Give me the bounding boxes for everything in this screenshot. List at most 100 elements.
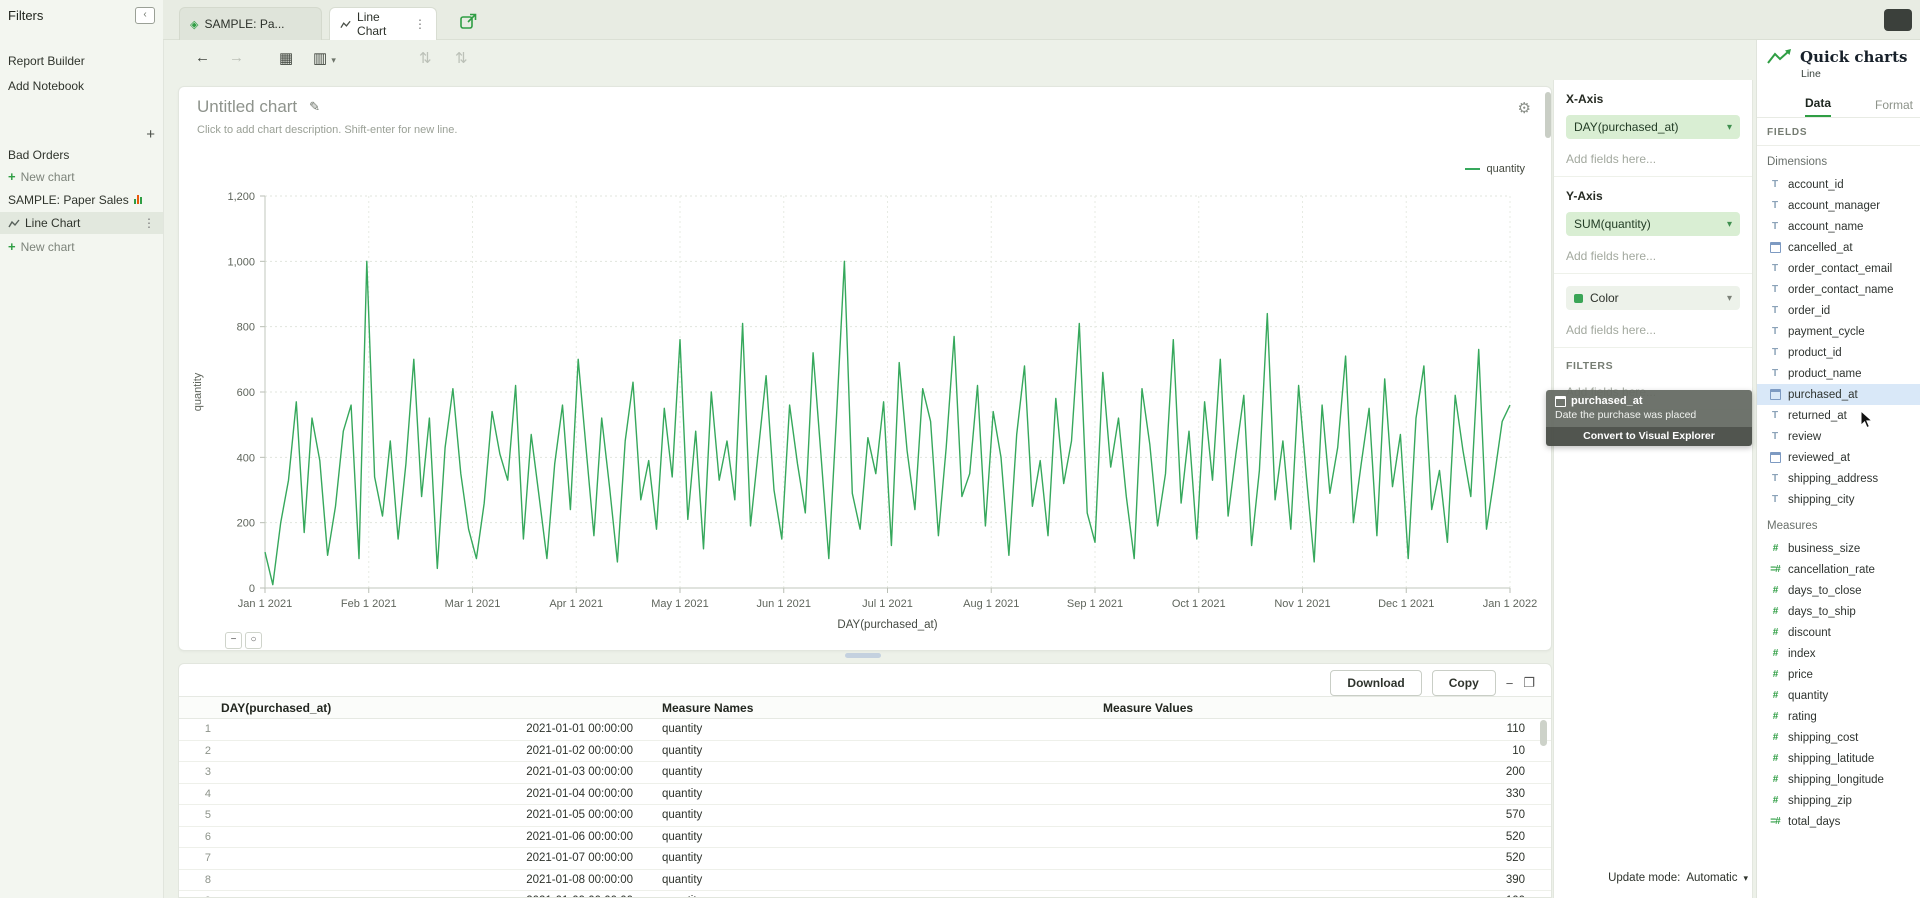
dimension-field-shipping_address[interactable]: Tshipping_address xyxy=(1757,468,1920,489)
dimension-field-reviewed_at[interactable]: reviewed_at xyxy=(1757,447,1920,468)
column-header-day-purchased-at[interactable]: DAY(purchased_at) xyxy=(221,701,649,715)
convert-to-visual-explorer-action[interactable]: Convert to Visual Explorer xyxy=(1546,427,1752,446)
dimension-field-product_id[interactable]: Tproduct_id xyxy=(1757,342,1920,363)
plus-icon: + xyxy=(8,240,16,253)
sidebar-item-line-chart[interactable]: Line Chart ⋮ xyxy=(0,212,163,234)
measure-field-rating[interactable]: #rating xyxy=(1757,706,1920,727)
dimension-field-account_id[interactable]: Taccount_id xyxy=(1757,174,1920,195)
measure-field-days_to_close[interactable]: #days_to_close xyxy=(1757,580,1920,601)
y-axis-add-fields[interactable]: Add fields here... xyxy=(1566,249,1740,263)
copy-button[interactable]: Copy xyxy=(1432,670,1496,696)
table-row[interactable]: 32021-01-03 00:00:00quantity200 xyxy=(179,762,1551,784)
zoom-reset-icon[interactable]: ○ xyxy=(245,632,262,649)
x-axis-add-fields[interactable]: Add fields here... xyxy=(1566,152,1740,166)
cell-measure-name: quantity xyxy=(649,788,1089,800)
measure-field-total_days[interactable]: =#total_days xyxy=(1757,811,1920,832)
sidebar-item-workspace[interactable]: SAMPLE: Paper Sales xyxy=(0,189,163,210)
dimension-field-order_contact_email[interactable]: Torder_contact_email xyxy=(1757,258,1920,279)
measure-field-shipping_longitude[interactable]: #shipping_longitude xyxy=(1757,769,1920,790)
tab-format[interactable]: Format xyxy=(1875,98,1913,117)
measures-list: #business_size=#cancellation_rate#days_t… xyxy=(1757,538,1920,832)
add-icon[interactable]: + xyxy=(146,126,155,143)
dimension-field-payment_cycle[interactable]: Tpayment_cycle xyxy=(1757,321,1920,342)
measure-field-quantity[interactable]: #quantity xyxy=(1757,685,1920,706)
kebab-menu-icon[interactable]: ⋮ xyxy=(143,216,155,230)
forward-arrow-icon[interactable]: → xyxy=(229,49,244,66)
fields-panel: Quick charts Line Data Format FIELDS Dim… xyxy=(1756,40,1920,898)
zoom-out-icon[interactable]: − xyxy=(225,632,242,649)
cell-measure-name: quantity xyxy=(649,809,1089,821)
measure-field-shipping_cost[interactable]: #shipping_cost xyxy=(1757,727,1920,748)
dimension-field-cancelled_at[interactable]: cancelled_at xyxy=(1757,237,1920,258)
panel-resize-handle[interactable] xyxy=(845,653,881,658)
sidebar-item-new-chart-2[interactable]: + New chart xyxy=(0,236,163,257)
measure-field-days_to_ship[interactable]: #days_to_ship xyxy=(1757,601,1920,622)
tab-sample-paper-sales[interactable]: ◈ SAMPLE: Pa... xyxy=(179,7,322,40)
dimension-field-shipping_city[interactable]: Tshipping_city xyxy=(1757,489,1920,510)
y-axis-field-pill[interactable]: SUM(quantity) ▾ xyxy=(1566,212,1740,236)
svg-text:1,200: 1,200 xyxy=(227,191,255,203)
table-scrollbar[interactable] xyxy=(1540,720,1547,746)
cell-measure-value: 520 xyxy=(1089,831,1551,843)
text-type-icon: T xyxy=(1769,473,1781,484)
table-row[interactable]: 52021-01-05 00:00:00quantity570 xyxy=(179,805,1551,827)
update-mode-select[interactable]: Automatic xyxy=(1686,872,1737,884)
sidebar-item-report-builder[interactable]: Report Builder xyxy=(0,50,163,71)
sidebar-item-new-chart-1[interactable]: + New chart xyxy=(0,166,163,187)
dimension-field-review[interactable]: Treview xyxy=(1757,426,1920,447)
dimension-field-order_id[interactable]: Torder_id xyxy=(1757,300,1920,321)
measure-field-index[interactable]: #index xyxy=(1757,643,1920,664)
cell-measure-value: 390 xyxy=(1089,874,1551,886)
sort-ascending-icon[interactable]: ⇅ xyxy=(419,49,432,67)
tab-kebab-menu-icon[interactable]: ⋮ xyxy=(414,17,426,31)
table-row[interactable]: 82021-01-08 00:00:00quantity390 xyxy=(179,870,1551,892)
back-arrow-icon[interactable]: ← xyxy=(195,49,210,66)
color-dropdown[interactable]: Color ▾ xyxy=(1566,286,1740,310)
dimension-field-purchased_at[interactable]: purchased_at xyxy=(1757,384,1920,405)
text-type-icon: T xyxy=(1769,284,1781,295)
panel-toggle-button[interactable] xyxy=(1884,9,1912,31)
measure-field-price[interactable]: #price xyxy=(1757,664,1920,685)
sort-descending-icon[interactable]: ⇅ xyxy=(455,49,468,67)
chart-view-icon[interactable]: ▥ ▾ xyxy=(313,49,336,67)
share-export-icon[interactable] xyxy=(459,11,479,31)
measure-field-shipping_latitude[interactable]: #shipping_latitude xyxy=(1757,748,1920,769)
column-header-measure-values[interactable]: Measure Values xyxy=(1089,701,1551,715)
table-row[interactable]: 92021-01-09 00:00:00quantity100 xyxy=(179,891,1551,898)
dimension-field-product_name[interactable]: Tproduct_name xyxy=(1757,363,1920,384)
measure-field-discount[interactable]: #discount xyxy=(1757,622,1920,643)
vertical-scrollbar[interactable] xyxy=(1545,92,1551,138)
table-row[interactable]: 72021-01-07 00:00:00quantity520 xyxy=(179,848,1551,870)
table-row[interactable]: 62021-01-06 00:00:00quantity520 xyxy=(179,827,1551,849)
download-button[interactable]: Download xyxy=(1330,670,1421,696)
dimension-field-order_contact_name[interactable]: Torder_contact_name xyxy=(1757,279,1920,300)
sidebar-item-collection[interactable]: Bad Orders xyxy=(0,144,163,165)
chevron-down-icon: ▾ xyxy=(1727,293,1732,304)
measure-field-shipping_zip[interactable]: #shipping_zip xyxy=(1757,790,1920,811)
filters-label: Filters xyxy=(8,8,43,23)
minimize-icon[interactable]: − xyxy=(1506,676,1514,691)
column-header-measure-names[interactable]: Measure Names xyxy=(649,701,1089,715)
dimension-field-account_manager[interactable]: Taccount_manager xyxy=(1757,195,1920,216)
cell-date: 2021-01-05 00:00:00 xyxy=(221,809,649,821)
tab-line-chart[interactable]: Line Chart ⋮ xyxy=(329,7,437,40)
chevron-down-icon: ▾ xyxy=(1743,873,1748,884)
tab-data[interactable]: Data xyxy=(1805,96,1831,117)
collapse-panel-icon[interactable]: ‹ xyxy=(135,7,155,24)
measure-field-business_size[interactable]: #business_size xyxy=(1757,538,1920,559)
table-row[interactable]: 42021-01-04 00:00:00quantity330 xyxy=(179,784,1551,806)
dimension-field-returned_at[interactable]: Treturned_at xyxy=(1757,405,1920,426)
table-view-icon[interactable]: ▦ xyxy=(279,49,293,67)
table-row[interactable]: 22021-01-02 00:00:00quantity10 xyxy=(179,741,1551,763)
svg-text:Jan 1 2022: Jan 1 2022 xyxy=(1483,598,1537,610)
sidebar-item-add-notebook[interactable]: Add Notebook xyxy=(0,75,163,96)
color-add-fields[interactable]: Add fields here... xyxy=(1566,323,1740,337)
line-chart[interactable]: 02004006008001,0001,200Jan 1 2021Feb 1 2… xyxy=(179,87,1553,652)
cell-measure-name: quantity xyxy=(649,831,1089,843)
dimension-field-account_name[interactable]: Taccount_name xyxy=(1757,216,1920,237)
expand-icon[interactable]: ❐ xyxy=(1523,675,1535,691)
table-row[interactable]: 12021-01-01 00:00:00quantity110 xyxy=(179,719,1551,741)
svg-text:600: 600 xyxy=(237,387,255,399)
measure-field-cancellation_rate[interactable]: =#cancellation_rate xyxy=(1757,559,1920,580)
x-axis-field-pill[interactable]: DAY(purchased_at) ▾ xyxy=(1566,115,1740,139)
